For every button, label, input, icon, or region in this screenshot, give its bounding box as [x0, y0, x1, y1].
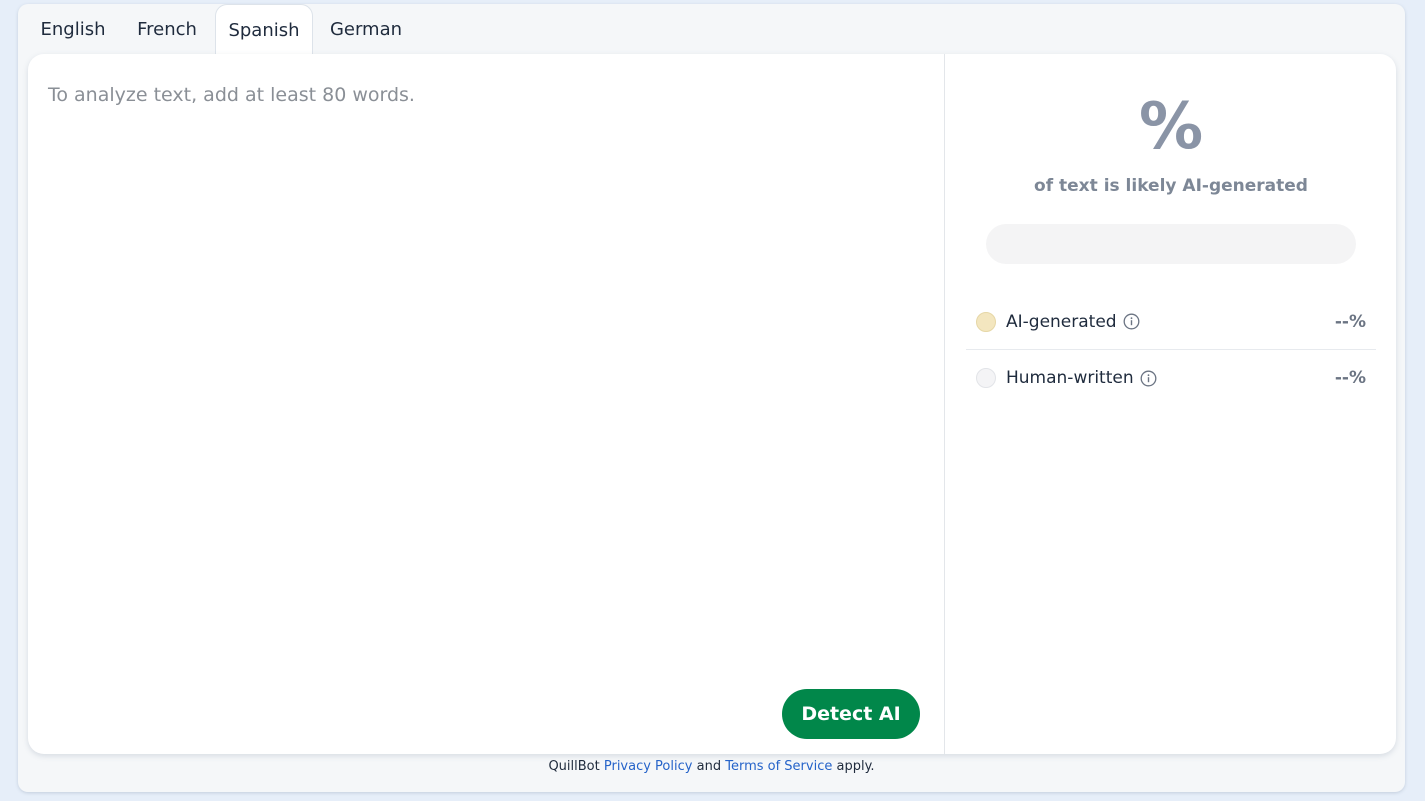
info-icon[interactable]	[1140, 370, 1157, 387]
tab-label: German	[329, 18, 403, 40]
footer-and: and	[696, 759, 722, 774]
ai-generated-value: --%	[1334, 311, 1366, 332]
result-pane: % of text is likely AI-generated AI-gene…	[946, 54, 1396, 754]
legend-label: Human-written	[1006, 368, 1134, 388]
legend-human-written: Human-written --%	[966, 350, 1376, 406]
detector-panel: English French Spanish German Detect AI …	[18, 4, 1405, 792]
legend-label: AI-generated	[1006, 311, 1117, 332]
footer-brand: QuillBot	[548, 759, 600, 774]
language-tabs: English French Spanish German	[18, 4, 1405, 56]
ai-score-bar	[986, 224, 1356, 264]
legend-ai-generated: AI-generated --%	[966, 294, 1376, 350]
tab-spanish[interactable]: Spanish	[215, 4, 313, 56]
text-input[interactable]	[28, 54, 944, 674]
tab-label: Spanish	[228, 20, 300, 41]
footer-suffix: apply.	[836, 759, 875, 774]
privacy-policy-link[interactable]: Privacy Policy	[604, 759, 693, 774]
ai-generated-swatch	[976, 311, 996, 332]
percent-display: %	[1138, 90, 1204, 164]
tab-english[interactable]: English	[32, 4, 114, 54]
tab-label: English	[40, 18, 106, 40]
detector-card: Detect AI % of text is likely AI-generat…	[28, 54, 1396, 754]
tab-french[interactable]: French	[126, 4, 208, 54]
info-icon[interactable]	[1123, 313, 1140, 330]
detect-ai-button[interactable]: Detect AI	[782, 689, 920, 739]
text-editor-pane: Detect AI	[28, 54, 945, 754]
human-written-value: --%	[1334, 368, 1366, 388]
footer: QuillBot Privacy Policy and Terms of Ser…	[18, 759, 1405, 774]
tab-label: French	[137, 18, 197, 40]
human-written-swatch	[976, 368, 996, 388]
result-subtitle: of text is likely AI-generated	[1034, 176, 1308, 196]
tab-german[interactable]: German	[320, 4, 412, 54]
terms-of-service-link[interactable]: Terms of Service	[725, 759, 832, 774]
